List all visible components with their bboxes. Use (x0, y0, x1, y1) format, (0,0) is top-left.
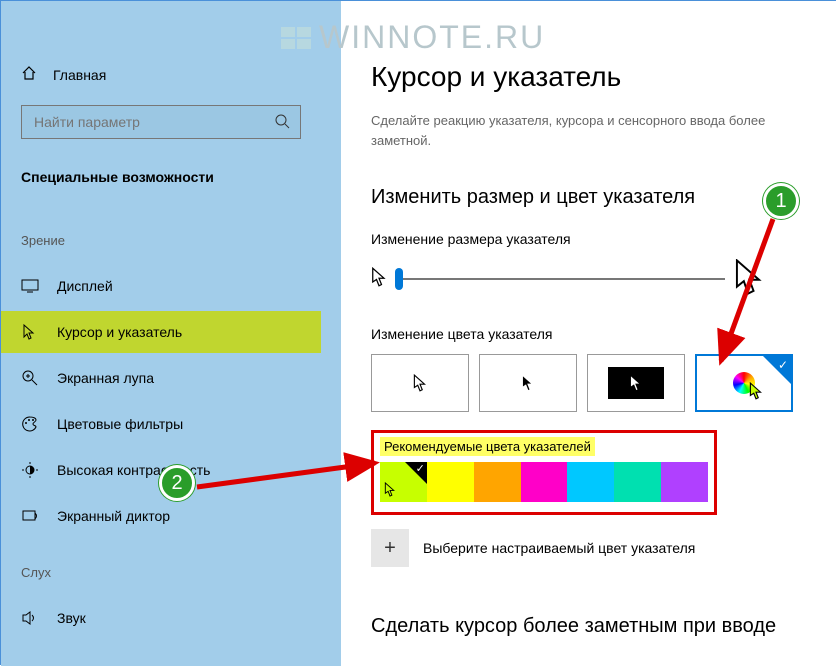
sidebar-item-label: Курсор и указатель (57, 324, 182, 340)
color-swatch[interactable] (427, 462, 474, 502)
pointer-size-slider-row (371, 259, 811, 298)
display-icon (21, 277, 39, 295)
section-vision: Зрение (21, 233, 65, 248)
home-label: Главная (53, 67, 106, 83)
annotation-badge-1: 1 (763, 183, 799, 219)
check-icon: ✓ (416, 462, 425, 475)
color-swatch[interactable] (567, 462, 614, 502)
sidebar-item-cursor[interactable]: Курсор и указатель (1, 311, 321, 353)
label-pointer-size: Изменение размера указателя (371, 231, 811, 247)
home-icon (21, 65, 37, 84)
sidebar-item-label: Цветовые фильтры (57, 416, 183, 432)
search-icon (274, 113, 290, 132)
palette-icon (21, 415, 39, 433)
section-caret: Сделать курсор более заметным при вводе (371, 615, 811, 638)
color-swatch[interactable] (474, 462, 521, 502)
sidebar-item-label: Экранная лупа (57, 370, 154, 386)
pointer-color-options: ✓ (371, 354, 811, 412)
color-option-custom[interactable]: ✓ (695, 354, 793, 412)
sidebar-item-label: Звук (57, 610, 86, 626)
home-link[interactable]: Главная (21, 65, 106, 84)
recommended-colors-swatches: ✓ (380, 462, 708, 502)
page-title: Курсор и указатель (371, 61, 811, 93)
section-hearing: Слух (21, 565, 51, 580)
plus-icon: + (384, 537, 396, 560)
color-option-white[interactable] (371, 354, 469, 412)
recommended-colors-title: Рекомендуемые цвета указателей (380, 437, 595, 456)
large-cursor-icon (733, 259, 763, 298)
annotation-badge-2: 2 (159, 465, 195, 501)
color-swatch[interactable] (521, 462, 568, 502)
color-swatch[interactable] (614, 462, 661, 502)
color-swatch[interactable]: ✓ (380, 462, 427, 502)
recommended-colors-box: Рекомендуемые цвета указателей ✓ (371, 430, 717, 515)
section-size-color: Изменить размер и цвет указателя (371, 186, 811, 209)
search-box[interactable] (21, 105, 301, 139)
add-custom-color-button[interactable]: + (371, 529, 409, 567)
pointer-size-slider[interactable] (395, 278, 725, 280)
slider-thumb[interactable] (395, 268, 403, 290)
search-input[interactable] (32, 113, 262, 131)
sidebar-item-color-filters[interactable]: Цветовые фильтры (1, 403, 321, 445)
category-heading: Специальные возможности (21, 169, 214, 185)
check-icon: ✓ (778, 358, 788, 372)
add-custom-color-label: Выберите настраиваемый цвет указателя (423, 540, 695, 556)
sidebar: Главная Специальные возможности Зрение Д… (1, 1, 341, 666)
page-description: Сделайте реакцию указателя, курсора и се… (371, 111, 811, 150)
sidebar-item-sound[interactable]: Звук (1, 597, 321, 639)
sidebar-item-label: Экранный диктор (57, 508, 170, 524)
color-option-black[interactable] (479, 354, 577, 412)
custom-color-row: + Выберите настраиваемый цвет указателя (371, 529, 811, 567)
content-pane: Курсор и указатель Сделайте реакцию указ… (341, 1, 836, 666)
magnifier-icon (21, 369, 39, 387)
contrast-icon (21, 461, 39, 479)
sidebar-item-magnifier[interactable]: Экранная лупа (1, 357, 321, 399)
swatch-cursor-icon (384, 482, 396, 500)
color-option-inverted[interactable] (587, 354, 685, 412)
label-pointer-color: Изменение цвета указателя (371, 326, 811, 342)
cursor-icon (21, 323, 39, 341)
sidebar-item-label: Дисплей (57, 278, 113, 294)
color-swatch[interactable] (661, 462, 708, 502)
small-cursor-icon (371, 267, 387, 290)
sidebar-item-display[interactable]: Дисплей (1, 265, 321, 307)
narrator-icon (21, 507, 39, 525)
sidebar-item-narrator[interactable]: Экранный диктор (1, 495, 321, 537)
sound-icon (21, 609, 39, 627)
